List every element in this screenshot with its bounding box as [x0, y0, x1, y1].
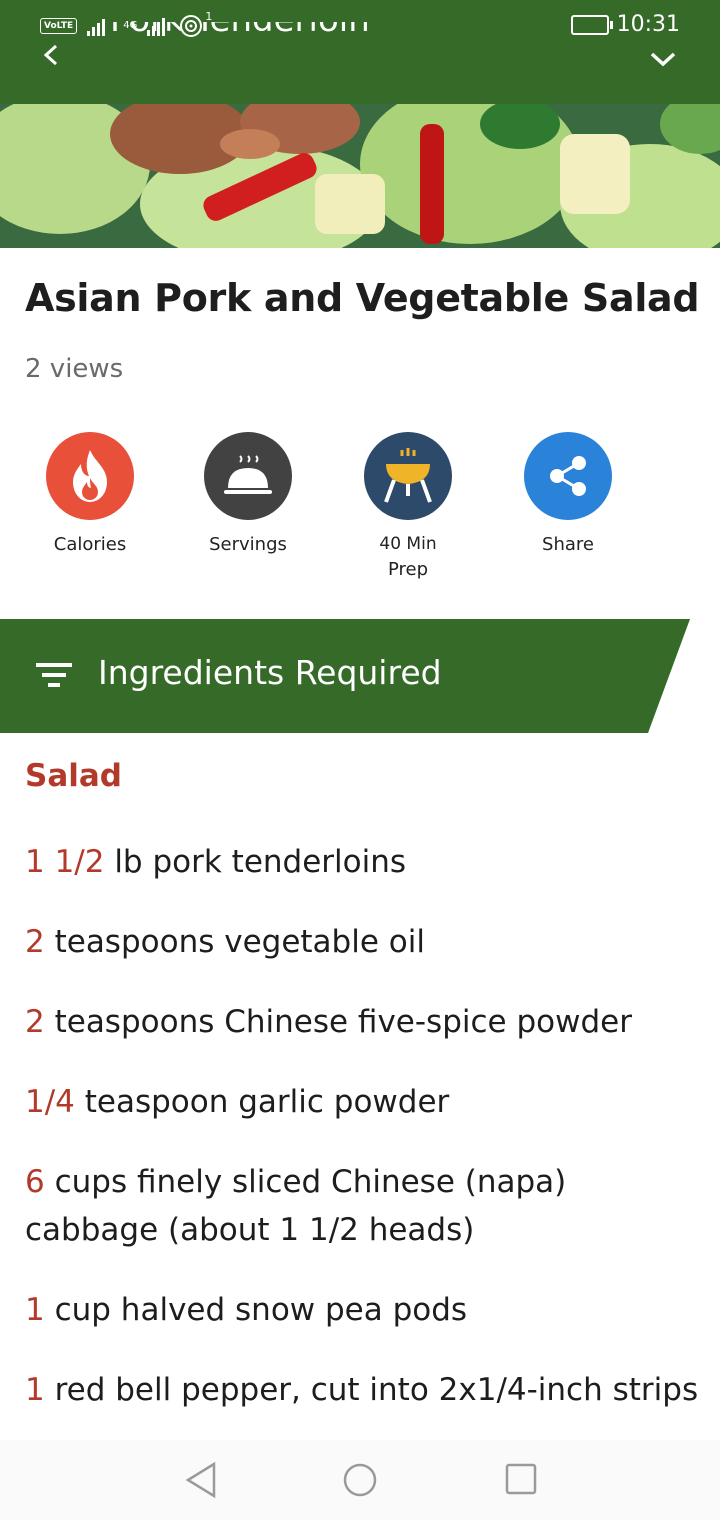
ingredient-text: teaspoon garlic powder: [74, 1084, 450, 1120]
recipe-hero-image: [0, 104, 720, 248]
servings-label: Servings: [209, 534, 287, 555]
share-icon: [524, 432, 612, 520]
nav-recents-icon[interactable]: [504, 1462, 538, 1496]
notification-count: 1: [205, 9, 213, 23]
share-button[interactable]: Share: [488, 432, 648, 555]
view-count: 2 views: [25, 354, 124, 384]
ingredient-text: lb pork tenderloins: [104, 844, 407, 880]
ingredient-text: cup halved snow pea pods: [44, 1292, 468, 1328]
system-nav-bar: [0, 1440, 720, 1520]
servings-button[interactable]: Servings: [168, 432, 328, 555]
list-item: 2 teaspoons Chinese five-spice powder: [25, 998, 705, 1046]
ingredient-qty: 1: [25, 1292, 45, 1328]
ingredient-group-title: Salad: [25, 758, 122, 794]
recipe-title: Asian Pork and Vegetable Salad: [25, 276, 700, 320]
ingredient-text: red bell pepper, cut into 2x1/4-inch str…: [44, 1372, 699, 1408]
app-bar-title: Pork Tenderloin: [110, 22, 440, 62]
app-bar: VoLTE 4G 1 10:31 Pork Tenderloin: [0, 0, 720, 104]
calories-button[interactable]: Calories: [10, 432, 170, 555]
ingredient-qty: 1 1/2: [25, 844, 105, 880]
ingredient-qty: 2: [25, 924, 45, 960]
list-item: 6 cups finely sliced Chinese (napa) cabb…: [25, 1158, 705, 1254]
salad-photo: [0, 104, 720, 248]
nav-home-icon[interactable]: [342, 1462, 378, 1498]
list-item: 2 teaspoons vegetable oil: [25, 918, 705, 966]
list-item: 1/4 teaspoon garlic powder: [25, 1078, 705, 1126]
back-arrow-icon[interactable]: [38, 42, 64, 68]
ingredient-qty: 1: [25, 1372, 45, 1408]
ingredient-text: teaspoons vegetable oil: [44, 924, 425, 960]
ingredients-header: Ingredients Required: [98, 653, 442, 692]
chevron-down-icon[interactable]: [648, 46, 678, 70]
volte-badge: VoLTE: [40, 18, 78, 34]
share-label: Share: [542, 534, 594, 555]
prep-label: Prep: [387, 559, 429, 580]
list-item: 1 1/2 lb pork tenderloins: [25, 838, 705, 886]
serving-dish-icon: [204, 432, 292, 520]
ingredient-text: cups finely sliced Chinese (napa) cabbag…: [25, 1164, 567, 1248]
filter-list-icon[interactable]: [36, 660, 72, 690]
battery-icon: [570, 14, 613, 35]
prep-time-value: 40 Min: [379, 534, 437, 554]
list-item: 1 red bell pepper, cut into 2x1/4-inch s…: [25, 1366, 705, 1414]
calories-label: Calories: [53, 534, 127, 555]
list-item: 1 cup halved snow pea pods: [25, 1286, 705, 1334]
flame-icon: [46, 432, 134, 520]
ingredient-qty: 1/4: [25, 1084, 75, 1120]
nav-back-icon[interactable]: [182, 1460, 220, 1500]
recipe-actions: Calories Servings 40 Min Prep Share: [10, 432, 670, 592]
ingredient-qty: 2: [25, 1004, 45, 1040]
ingredient-qty: 6: [25, 1164, 45, 1200]
ingredient-text: teaspoons Chinese five-spice powder: [44, 1004, 632, 1040]
grill-icon: [364, 432, 452, 520]
status-time: 10:31: [616, 12, 680, 37]
prep-time-button[interactable]: 40 Min Prep: [328, 432, 488, 580]
